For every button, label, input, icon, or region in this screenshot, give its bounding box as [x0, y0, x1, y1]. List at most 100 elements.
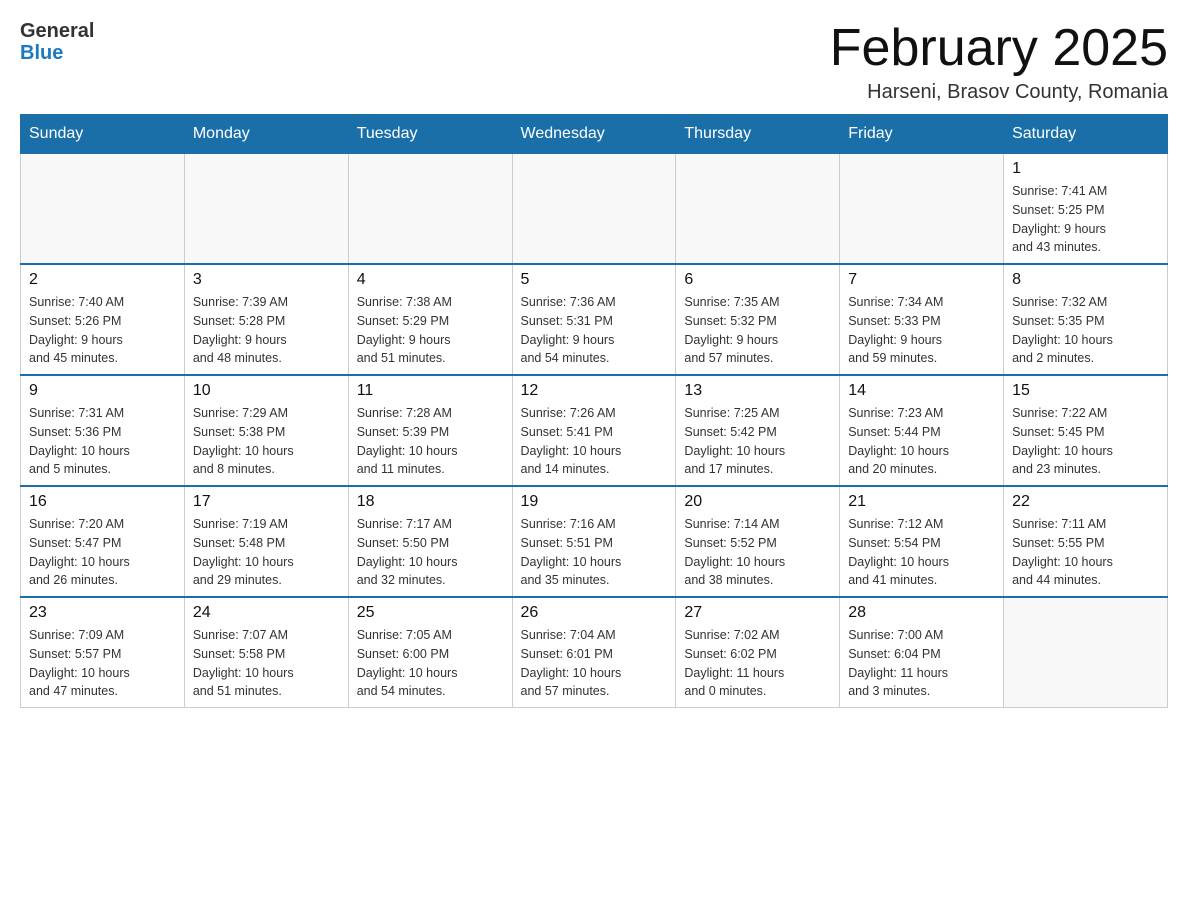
- day-number: 26: [521, 604, 668, 622]
- day-number: 20: [684, 493, 831, 511]
- day-number: 13: [684, 382, 831, 400]
- header-sunday: Sunday: [21, 115, 185, 154]
- day-info: Sunrise: 7:20 AM Sunset: 5:47 PM Dayligh…: [29, 515, 176, 590]
- day-info: Sunrise: 7:39 AM Sunset: 5:28 PM Dayligh…: [193, 293, 340, 368]
- day-number: 21: [848, 493, 995, 511]
- day-info: Sunrise: 7:26 AM Sunset: 5:41 PM Dayligh…: [521, 404, 668, 479]
- header-friday: Friday: [840, 115, 1004, 154]
- day-info: Sunrise: 7:14 AM Sunset: 5:52 PM Dayligh…: [684, 515, 831, 590]
- logo: General Blue General Blue: [20, 20, 94, 64]
- day-info: Sunrise: 7:28 AM Sunset: 5:39 PM Dayligh…: [357, 404, 504, 479]
- calendar-cell: [1004, 597, 1168, 708]
- calendar-cell: [184, 154, 348, 265]
- calendar-cell: 9Sunrise: 7:31 AM Sunset: 5:36 PM Daylig…: [21, 375, 185, 486]
- calendar-cell: 7 Sunrise: 7:34 AM Sunset: 5:33 PM Daylig…: [840, 264, 1004, 375]
- calendar-header-row: SundayMondayTuesdayWednesdayThursdayFrid…: [21, 115, 1168, 154]
- day-number: 2: [29, 271, 176, 289]
- day-info: Sunrise: 7:19 AM Sunset: 5:48 PM Dayligh…: [193, 515, 340, 590]
- calendar-cell: 15 Sunrise: 7:22 AM Sunset: 5:45 PM Dayli…: [1004, 375, 1168, 486]
- day-number: 6: [684, 271, 831, 289]
- calendar-cell: 25 Sunrise: 7:05 AM Sunset: 6:00 PM Dayli…: [348, 597, 512, 708]
- day-info: Sunrise: 7:38 AM Sunset: 5:29 PM Dayligh…: [357, 293, 504, 368]
- calendar-cell: 12 Sunrise: 7:26 AM Sunset: 5:41 PM Dayli…: [512, 375, 676, 486]
- calendar-cell: 10 Sunrise: 7:29 AM Sunset: 5:38 PM Dayli…: [184, 375, 348, 486]
- calendar-cell: 14 Sunrise: 7:23 AM Sunset: 5:44 PM Dayli…: [840, 375, 1004, 486]
- title-block: February 2025 Harseni, Brasov County, Ro…: [830, 20, 1168, 104]
- calendar-cell: 8Sunrise: 7:32 AM Sunset: 5:35 PM Daylig…: [1004, 264, 1168, 375]
- day-info: Sunrise: 7:41 AM Sunset: 5:25 PM Dayligh…: [1012, 182, 1159, 257]
- day-number: 4: [357, 271, 504, 289]
- day-number: 23: [29, 604, 176, 622]
- header-tuesday: Tuesday: [348, 115, 512, 154]
- week-row-3: 16Sunrise: 7:20 AM Sunset: 5:47 PM Dayli…: [21, 486, 1168, 597]
- day-number: 11: [357, 382, 504, 400]
- day-info: Sunrise: 7:25 AM Sunset: 5:42 PM Dayligh…: [684, 404, 831, 479]
- day-info: Sunrise: 7:23 AM Sunset: 5:44 PM Dayligh…: [848, 404, 995, 479]
- day-info: Sunrise: 7:05 AM Sunset: 6:00 PM Dayligh…: [357, 626, 504, 701]
- calendar-cell: [676, 154, 840, 265]
- day-info: Sunrise: 7:16 AM Sunset: 5:51 PM Dayligh…: [521, 515, 668, 590]
- day-number: 3: [193, 271, 340, 289]
- day-number: 17: [193, 493, 340, 511]
- calendar-cell: 2 Sunrise: 7:40 AM Sunset: 5:26 PM Daylig…: [21, 264, 185, 375]
- day-info: Sunrise: 7:34 AM Sunset: 5:33 PM Dayligh…: [848, 293, 995, 368]
- calendar-cell: 18 Sunrise: 7:17 AM Sunset: 5:50 PM Dayli…: [348, 486, 512, 597]
- day-info: Sunrise: 7:12 AM Sunset: 5:54 PM Dayligh…: [848, 515, 995, 590]
- header-monday: Monday: [184, 115, 348, 154]
- header-saturday: Saturday: [1004, 115, 1168, 154]
- month-title: February 2025: [830, 20, 1168, 77]
- calendar-cell: [21, 154, 185, 265]
- calendar-cell: 13 Sunrise: 7:25 AM Sunset: 5:42 PM Dayli…: [676, 375, 840, 486]
- week-row-4: 23 Sunrise: 7:09 AM Sunset: 5:57 PM Dayli…: [21, 597, 1168, 708]
- day-number: 14: [848, 382, 995, 400]
- calendar-cell: [512, 154, 676, 265]
- day-number: 28: [848, 604, 995, 622]
- day-info: Sunrise: 7:32 AM Sunset: 5:35 PM Dayligh…: [1012, 293, 1159, 368]
- day-number: 27: [684, 604, 831, 622]
- day-number: 7: [848, 271, 995, 289]
- calendar-cell: 4 Sunrise: 7:38 AM Sunset: 5:29 PM Daylig…: [348, 264, 512, 375]
- day-info: Sunrise: 7:22 AM Sunset: 5:45 PM Dayligh…: [1012, 404, 1159, 479]
- calendar-table: SundayMondayTuesdayWednesdayThursdayFrid…: [20, 114, 1168, 708]
- day-number: 19: [521, 493, 668, 511]
- week-row-1: 2 Sunrise: 7:40 AM Sunset: 5:26 PM Daylig…: [21, 264, 1168, 375]
- calendar-cell: 19 Sunrise: 7:16 AM Sunset: 5:51 PM Dayli…: [512, 486, 676, 597]
- day-info: Sunrise: 7:07 AM Sunset: 5:58 PM Dayligh…: [193, 626, 340, 701]
- day-info: Sunrise: 7:11 AM Sunset: 5:55 PM Dayligh…: [1012, 515, 1159, 590]
- day-number: 22: [1012, 493, 1159, 511]
- day-info: Sunrise: 7:04 AM Sunset: 6:01 PM Dayligh…: [521, 626, 668, 701]
- day-number: 12: [521, 382, 668, 400]
- week-row-0: 1Sunrise: 7:41 AM Sunset: 5:25 PM Daylig…: [21, 154, 1168, 265]
- day-number: 10: [193, 382, 340, 400]
- calendar-cell: 11 Sunrise: 7:28 AM Sunset: 5:39 PM Dayli…: [348, 375, 512, 486]
- day-number: 5: [521, 271, 668, 289]
- day-number: 25: [357, 604, 504, 622]
- page-header: General Blue General Blue February 2025 …: [20, 20, 1168, 104]
- day-info: Sunrise: 7:00 AM Sunset: 6:04 PM Dayligh…: [848, 626, 995, 701]
- calendar-cell: 24 Sunrise: 7:07 AM Sunset: 5:58 PM Dayli…: [184, 597, 348, 708]
- day-number: 18: [357, 493, 504, 511]
- day-info: Sunrise: 7:40 AM Sunset: 5:26 PM Dayligh…: [29, 293, 176, 368]
- day-info: Sunrise: 7:29 AM Sunset: 5:38 PM Dayligh…: [193, 404, 340, 479]
- day-info: Sunrise: 7:36 AM Sunset: 5:31 PM Dayligh…: [521, 293, 668, 368]
- calendar-cell: 3 Sunrise: 7:39 AM Sunset: 5:28 PM Daylig…: [184, 264, 348, 375]
- calendar-cell: 5 Sunrise: 7:36 AM Sunset: 5:31 PM Daylig…: [512, 264, 676, 375]
- day-info: Sunrise: 7:17 AM Sunset: 5:50 PM Dayligh…: [357, 515, 504, 590]
- calendar-cell: 20 Sunrise: 7:14 AM Sunset: 5:52 PM Dayli…: [676, 486, 840, 597]
- calendar-cell: 17 Sunrise: 7:19 AM Sunset: 5:48 PM Dayli…: [184, 486, 348, 597]
- header-wednesday: Wednesday: [512, 115, 676, 154]
- day-info: Sunrise: 7:09 AM Sunset: 5:57 PM Dayligh…: [29, 626, 176, 701]
- calendar-cell: [348, 154, 512, 265]
- logo-blue: Blue: [20, 42, 94, 64]
- logo-general: General: [20, 20, 94, 42]
- calendar-cell: 27Sunrise: 7:02 AM Sunset: 6:02 PM Dayli…: [676, 597, 840, 708]
- calendar-cell: [840, 154, 1004, 265]
- day-number: 24: [193, 604, 340, 622]
- calendar-cell: 23 Sunrise: 7:09 AM Sunset: 5:57 PM Dayli…: [21, 597, 185, 708]
- calendar-cell: 16Sunrise: 7:20 AM Sunset: 5:47 PM Dayli…: [21, 486, 185, 597]
- calendar-cell: 26 Sunrise: 7:04 AM Sunset: 6:01 PM Dayli…: [512, 597, 676, 708]
- header-thursday: Thursday: [676, 115, 840, 154]
- day-info: Sunrise: 7:31 AM Sunset: 5:36 PM Dayligh…: [29, 404, 176, 479]
- day-info: Sunrise: 7:35 AM Sunset: 5:32 PM Dayligh…: [684, 293, 831, 368]
- day-number: 15: [1012, 382, 1159, 400]
